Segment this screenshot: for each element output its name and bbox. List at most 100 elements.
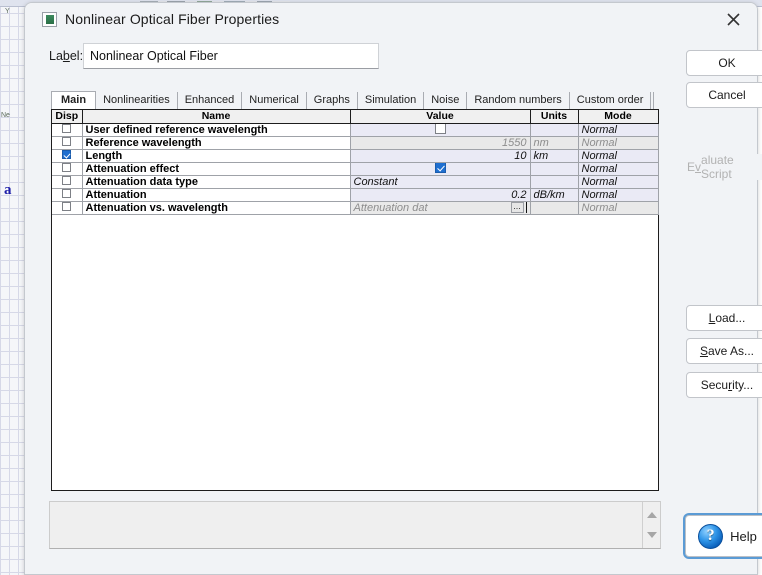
property-mode[interactable]: Normal	[578, 149, 659, 163]
component-icon	[42, 12, 57, 27]
table-row[interactable]: Reference wavelength 1550 nm Normal	[52, 136, 659, 150]
property-units	[530, 123, 579, 137]
property-value[interactable]: Constant	[350, 175, 531, 189]
tab-main[interactable]: Main	[51, 91, 97, 109]
properties-table: Disp Name Value Units Mode User defined …	[52, 110, 659, 215]
disp-checkbox-cell[interactable]	[52, 136, 83, 150]
help-button-label: Help	[730, 528, 757, 544]
properties-panel: Disp Name Value Units Mode User defined …	[51, 109, 659, 491]
properties-dialog: Nonlinear Optical Fiber Properties Label…	[24, 2, 762, 575]
cancel-button[interactable]: Cancel	[686, 82, 762, 108]
property-name: Attenuation data type	[82, 175, 351, 189]
column-header-value[interactable]: Value	[350, 110, 531, 124]
table-row[interactable]: Attenuation vs. wavelength Attenuation d…	[52, 201, 659, 215]
browse-button[interactable]: ...	[510, 202, 524, 213]
property-mode[interactable]: Normal	[578, 123, 659, 137]
save-as-button[interactable]: Save As...	[686, 338, 762, 364]
column-header-mode[interactable]: Mode	[578, 110, 659, 124]
ok-button[interactable]: OK	[686, 50, 762, 76]
tab-graphs[interactable]: Graphs	[306, 92, 358, 109]
evaluate-script-button: Ev aluate Script	[686, 153, 762, 181]
disp-checkbox[interactable]	[62, 163, 72, 173]
text-cursor	[525, 202, 527, 213]
scroll-up-icon[interactable]	[647, 512, 657, 518]
disp-checkbox-cell[interactable]	[52, 201, 83, 215]
value-checkbox[interactable]	[434, 162, 446, 174]
description-scrollbar[interactable]	[642, 502, 660, 548]
property-name: Attenuation vs. wavelength	[82, 201, 351, 215]
disp-checkbox[interactable]	[62, 176, 72, 186]
table-row[interactable]: Attenuation 0.2 dB/km Normal	[52, 188, 659, 202]
tab-numerical[interactable]: Numerical	[242, 92, 307, 109]
help-question-icon: ?	[698, 523, 724, 549]
close-icon[interactable]	[711, 3, 755, 36]
background-marker: a	[4, 182, 12, 198]
tab-enhanced[interactable]: Enhanced	[177, 92, 243, 109]
disp-checkbox-cell[interactable]	[52, 149, 83, 163]
column-header-units[interactable]: Units	[530, 110, 579, 124]
disp-checkbox[interactable]	[62, 124, 72, 134]
property-value[interactable]	[350, 162, 531, 176]
disp-checkbox[interactable]	[62, 150, 72, 160]
column-header-disp[interactable]: Disp	[52, 110, 83, 124]
property-name: Attenuation	[82, 188, 351, 202]
disp-checkbox-cell[interactable]	[52, 175, 83, 189]
property-value[interactable]: Attenuation dat...	[350, 201, 531, 215]
disp-checkbox[interactable]	[62, 137, 72, 147]
property-units	[530, 162, 579, 176]
property-mode[interactable]: Normal	[578, 188, 659, 202]
dialog-title-bar: Nonlinear Optical Fiber Properties	[25, 3, 757, 36]
tab-noise[interactable]: Noise	[424, 92, 468, 109]
property-units	[530, 201, 579, 215]
disp-checkbox-cell[interactable]	[52, 162, 83, 176]
disp-checkbox-cell[interactable]	[52, 188, 83, 202]
label-input[interactable]	[83, 43, 379, 69]
disp-checkbox[interactable]	[62, 189, 72, 199]
column-header-name[interactable]: Name	[82, 110, 351, 124]
properties-table-body: User defined reference wavelength Normal…	[52, 123, 659, 215]
disp-checkbox-cell[interactable]	[52, 123, 83, 137]
description-panel	[49, 501, 661, 549]
description-text	[50, 502, 660, 510]
table-row[interactable]: User defined reference wavelength Normal	[52, 123, 659, 137]
property-name: Attenuation effect	[82, 162, 351, 176]
property-units: km	[530, 149, 579, 163]
property-mode[interactable]: Normal	[578, 201, 659, 215]
table-header-row: Disp Name Value Units Mode	[52, 110, 659, 124]
label-row: Label:	[25, 43, 757, 73]
property-name: Length	[82, 149, 351, 163]
tab-random-numbers[interactable]: Random numbers	[467, 92, 570, 109]
property-value[interactable]: 1550	[350, 136, 531, 150]
property-mode[interactable]: Normal	[578, 162, 659, 176]
disp-checkbox[interactable]	[62, 202, 72, 212]
tab-custom-order[interactable]: Custom order	[569, 92, 652, 109]
table-row[interactable]: Length 10 km Normal	[52, 149, 659, 163]
property-units: dB/km	[530, 188, 579, 202]
property-mode[interactable]: Normal	[578, 136, 659, 150]
property-value[interactable]: 0.2	[350, 188, 531, 202]
tab-bar: Main Nonlinearities Enhanced Numerical G…	[51, 91, 659, 109]
value-checkbox[interactable]	[434, 123, 446, 135]
label-caption: Label:	[49, 49, 84, 63]
property-value[interactable]: 10	[350, 149, 531, 163]
property-units: nm	[530, 136, 579, 150]
help-button[interactable]: ? Help	[685, 515, 762, 557]
table-row[interactable]: Attenuation effect Normal	[52, 162, 659, 176]
property-value-text: Attenuation dat	[353, 201, 428, 214]
table-row[interactable]: Attenuation data type Constant Normal	[52, 175, 659, 189]
load-button[interactable]: Load...	[686, 305, 762, 331]
tab-bar-end	[653, 92, 655, 109]
tab-simulation[interactable]: Simulation	[357, 92, 425, 109]
property-name: Reference wavelength	[82, 136, 351, 150]
scroll-down-icon[interactable]	[647, 532, 657, 538]
property-name: User defined reference wavelength	[82, 123, 351, 137]
property-mode[interactable]: Normal	[578, 175, 659, 189]
dialog-title: Nonlinear Optical Fiber Properties	[65, 11, 280, 27]
background-text-top: Y	[5, 8, 10, 15]
property-units	[530, 175, 579, 189]
property-value[interactable]	[350, 123, 531, 137]
tab-nonlinearities[interactable]: Nonlinearities	[96, 92, 178, 109]
background-text-mid: Ne	[1, 112, 10, 119]
background-spreadsheet-grid	[0, 0, 26, 575]
security-button[interactable]: Secu r ity...	[686, 372, 762, 398]
